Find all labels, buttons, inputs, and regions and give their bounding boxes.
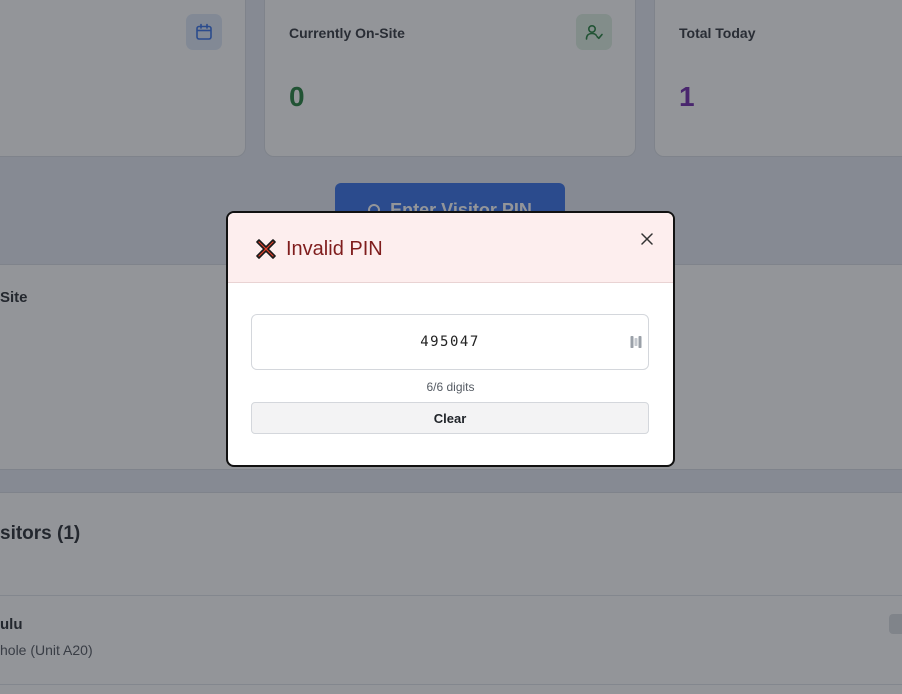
pin-input-value: 495047 [420,334,480,350]
clear-button[interactable]: Clear [251,402,649,434]
dialog-title: Invalid PIN [254,237,383,261]
keypad-icon[interactable] [630,335,642,349]
digit-count: 6/6 digits [426,380,475,394]
pin-dialog: Invalid PIN 495047 6/6 digits Clear [226,211,675,467]
x-mark-icon [254,237,278,261]
pin-input[interactable]: 495047 [251,314,649,370]
dialog-header: Invalid PIN [228,213,673,283]
dialog-title-text: Invalid PIN [286,237,383,260]
close-icon[interactable] [637,229,657,249]
